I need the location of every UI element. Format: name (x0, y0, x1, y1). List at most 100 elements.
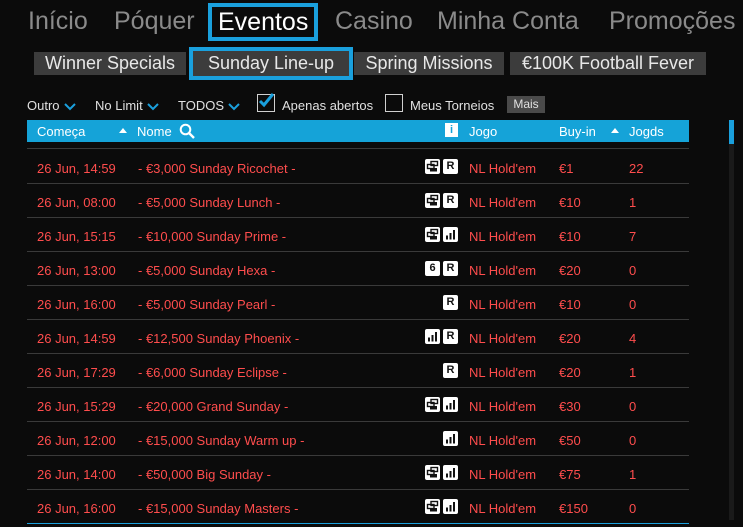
row-start-time: 26 Jun, 14:59 (37, 161, 116, 176)
row-game: NL Hold'em (469, 433, 537, 448)
row-start-time: 26 Jun, 15:15 (37, 229, 116, 244)
nav-casino[interactable]: Casino (335, 4, 413, 38)
main-nav: Início Póquer Eventos Casino Minha Conta… (0, 0, 743, 44)
sort-asc-icon[interactable] (119, 128, 127, 133)
tab-spring-missions[interactable]: Spring Missions (354, 52, 504, 75)
tab-football-fever[interactable]: €100K Football Fever (510, 52, 706, 75)
game-type-value: Outro (27, 98, 60, 113)
row-buyin: €30 (559, 399, 581, 414)
search-icon[interactable] (179, 123, 195, 139)
row-feature-icons (418, 465, 458, 481)
table-row[interactable]: 26 Jun, 08:00 - €5,000 Sunday Lunch - NL H… (27, 184, 689, 218)
row-game: NL Hold'em (469, 467, 537, 482)
table-row[interactable]: 26 Jun, 14:00 - €50,000 Big Sunday - NL Ho… (27, 456, 689, 490)
tab-sunday-lineup[interactable]: Sunday Line-up (189, 47, 353, 80)
table-row[interactable]: 26 Jun, 15:29 - €20,000 Grand Sunday - NL … (27, 388, 689, 422)
nav-minha-conta[interactable]: Minha Conta (437, 4, 579, 38)
my-tournaments-checkbox[interactable] (385, 94, 403, 112)
row-feature-icons (418, 499, 458, 515)
header-game[interactable]: Jogo (469, 124, 497, 139)
speed-value: TODOS (178, 98, 224, 113)
row-feature-icons (418, 397, 458, 413)
reentry-icon: R (443, 329, 458, 344)
row-players: 0 (629, 297, 637, 312)
bars-icon (443, 227, 458, 242)
row-feature-icons (418, 431, 458, 447)
row-tournament-name: - €15,000 Sunday Masters - (138, 501, 299, 516)
my-tournaments-label: Meus Torneios (410, 98, 495, 113)
row-feature-icons: R (418, 159, 458, 175)
table-row[interactable]: 26 Jun, 15:15 - €10,000 Sunday Prime - NL … (27, 218, 689, 252)
table-row[interactable]: 26 Jun, 14:59 - €3,000 Sunday Ricochet - N… (27, 150, 689, 184)
row-tournament-name: - €6,000 Sunday Eclipse - (138, 365, 287, 380)
more-button[interactable]: Mais (507, 96, 545, 113)
limit-dropdown[interactable]: No Limit (95, 98, 159, 113)
header-buyin[interactable]: Buy-in (559, 124, 596, 139)
speed-dropdown[interactable]: TODOS (178, 98, 240, 113)
header-players[interactable]: Jogds (629, 124, 664, 139)
row-players: 0 (629, 433, 637, 448)
rebuy-icon (425, 159, 440, 174)
table-row[interactable]: 26 Jun, 13:00 - €5,000 Sunday Hexa - NL Ho… (27, 252, 689, 286)
table-row[interactable]: 26 Jun, 17:29 - €6,000 Sunday Eclipse - NL… (27, 354, 689, 388)
row-players: 0 (629, 263, 637, 278)
row-start-time: 26 Jun, 16:00 (37, 297, 116, 312)
row-tournament-name: - €5,000 Sunday Hexa - (138, 263, 276, 278)
row-start-time: 26 Jun, 12:00 (37, 433, 116, 448)
row-feature-icons: 6R (418, 261, 458, 277)
game-type-dropdown[interactable]: Outro (27, 98, 76, 113)
row-buyin: €10 (559, 229, 581, 244)
row-start-time: 26 Jun, 16:00 (37, 501, 116, 516)
rebuy-icon (425, 227, 440, 242)
row-buyin: €1 (559, 161, 574, 176)
rebuy-icon (425, 499, 440, 514)
chevron-down-icon (63, 102, 76, 110)
tournament-table: 26 Jun, 14:59 - €3,000 Sunday Ricochet - N… (27, 150, 689, 524)
row-buyin: €50 (559, 433, 581, 448)
row-tournament-name: - €3,000 Sunday Ricochet - (138, 161, 296, 176)
nav-poquer[interactable]: Póquer (114, 4, 195, 38)
row-players: 1 (629, 467, 637, 482)
row-tournament-name: - €20,000 Grand Sunday - (138, 399, 289, 414)
header-name[interactable]: Nome (137, 124, 172, 139)
row-start-time: 26 Jun, 15:29 (37, 399, 116, 414)
info-icon[interactable]: i (445, 123, 458, 137)
rebuy-icon (425, 465, 440, 480)
row-game: NL Hold'em (469, 161, 537, 176)
nav-eventos[interactable]: Eventos (208, 3, 319, 41)
row-game: NL Hold'em (469, 263, 537, 278)
row-game: NL Hold'em (469, 297, 537, 312)
reentry-icon: R (443, 159, 458, 174)
open-only-checkbox[interactable] (257, 93, 275, 112)
row-start-time: 26 Jun, 14:59 (37, 331, 116, 346)
row-players: 4 (629, 331, 637, 346)
bars-icon (443, 499, 458, 514)
row-game: NL Hold'em (469, 229, 537, 244)
row-game: NL Hold'em (469, 399, 537, 414)
reentry-icon: R (443, 193, 458, 208)
table-row[interactable]: 26 Jun, 14:59 - €12,500 Sunday Phoenix - N… (27, 320, 689, 354)
row-game: NL Hold'em (469, 365, 537, 380)
open-only-label: Apenas abertos (282, 98, 374, 113)
row-game: NL Hold'em (469, 331, 537, 346)
header-start[interactable]: Começa (37, 124, 85, 139)
row-tournament-name: - €15,000 Sunday Warm up - (138, 433, 305, 448)
row-buyin: €10 (559, 195, 581, 210)
row-game: NL Hold'em (469, 195, 537, 210)
nav-inicio[interactable]: Início (28, 4, 88, 38)
row-tournament-name: - €5,000 Sunday Pearl - (138, 297, 276, 312)
row-players: 7 (629, 229, 637, 244)
filter-bar: Outro No Limit TODOS Apenas abertos Meus… (0, 93, 743, 118)
sort-asc-icon[interactable] (611, 128, 619, 133)
scrollbar[interactable] (729, 120, 734, 520)
table-row[interactable]: 26 Jun, 16:00 - €5,000 Sunday Pearl - NL H… (27, 286, 689, 320)
nav-promocoes[interactable]: Promoções (609, 4, 735, 38)
scrollbar-thumb[interactable] (729, 120, 734, 144)
table-row[interactable]: 26 Jun, 16:00 - €15,000 Sunday Masters - N… (27, 490, 689, 524)
bars-icon (425, 329, 440, 344)
row-players: 1 (629, 195, 637, 210)
table-row[interactable]: 26 Jun, 12:00 - €15,000 Sunday Warm up - N… (27, 422, 689, 456)
tab-winner-specials[interactable]: Winner Specials (34, 52, 186, 75)
chevron-down-icon (228, 102, 240, 110)
row-tournament-name: - €50,000 Big Sunday - (138, 467, 271, 482)
